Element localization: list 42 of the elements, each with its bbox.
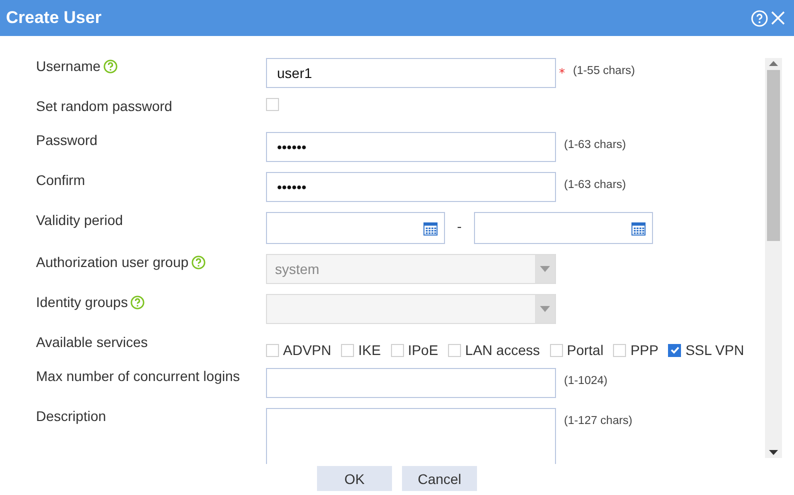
input-field[interactable]: user1 (266, 58, 556, 88)
date-field[interactable] (474, 212, 653, 244)
cancel-button[interactable]: Cancel (402, 466, 477, 491)
hint-text: (1-1024) (564, 375, 608, 387)
caret-icon (540, 306, 550, 312)
ok-button[interactable]: OK (317, 466, 392, 491)
required-mark: * (559, 66, 565, 80)
field-label: Description (36, 408, 106, 425)
hint-text: (1-63 chars) (564, 179, 626, 191)
service-checkbox[interactable]: Portal (550, 342, 604, 358)
caret-icon (540, 266, 550, 272)
input-field[interactable] (266, 368, 556, 398)
service-checkbox[interactable]: IPoE (390, 342, 438, 358)
field-label: Authorization user group (36, 254, 189, 271)
input-field[interactable]: •••••• (266, 172, 556, 202)
field-label: Username (36, 58, 101, 75)
field-label: Identity groups (36, 294, 128, 311)
field-label: Set random password (36, 98, 172, 115)
service-checkbox[interactable]: ADVPN (266, 342, 332, 358)
field-label: Password (36, 132, 98, 149)
service-checkbox[interactable]: PPP (613, 342, 658, 358)
calendar-icon[interactable] (630, 220, 646, 236)
window-title: Create User (6, 8, 102, 28)
hint-text: (1-55 chars) (573, 65, 635, 77)
service-checkbox[interactable]: IKE (341, 342, 381, 358)
range-separator: - (457, 220, 462, 235)
hint-text: (1-127 chars) (564, 415, 632, 427)
field-label: Confirm (36, 172, 86, 189)
field-label: Available services (36, 334, 148, 351)
hint-text: (1-63 chars) (564, 139, 626, 151)
close-icon[interactable] (770, 10, 786, 26)
checkbox[interactable] (266, 98, 279, 111)
input-field[interactable]: •••••• (266, 132, 556, 162)
help-icon[interactable] (102, 59, 118, 74)
service-checkbox[interactable]: LAN access (448, 342, 540, 358)
service-checkbox[interactable]: SSL VPN (668, 342, 744, 358)
field-label: Validity period (36, 212, 123, 229)
checkmark-icon (670, 345, 680, 355)
scrollbar[interactable] (765, 58, 782, 458)
calendar-icon[interactable] (423, 220, 438, 236)
field-label: Max number of concurrent logins (36, 368, 240, 385)
date-field[interactable] (266, 212, 445, 244)
